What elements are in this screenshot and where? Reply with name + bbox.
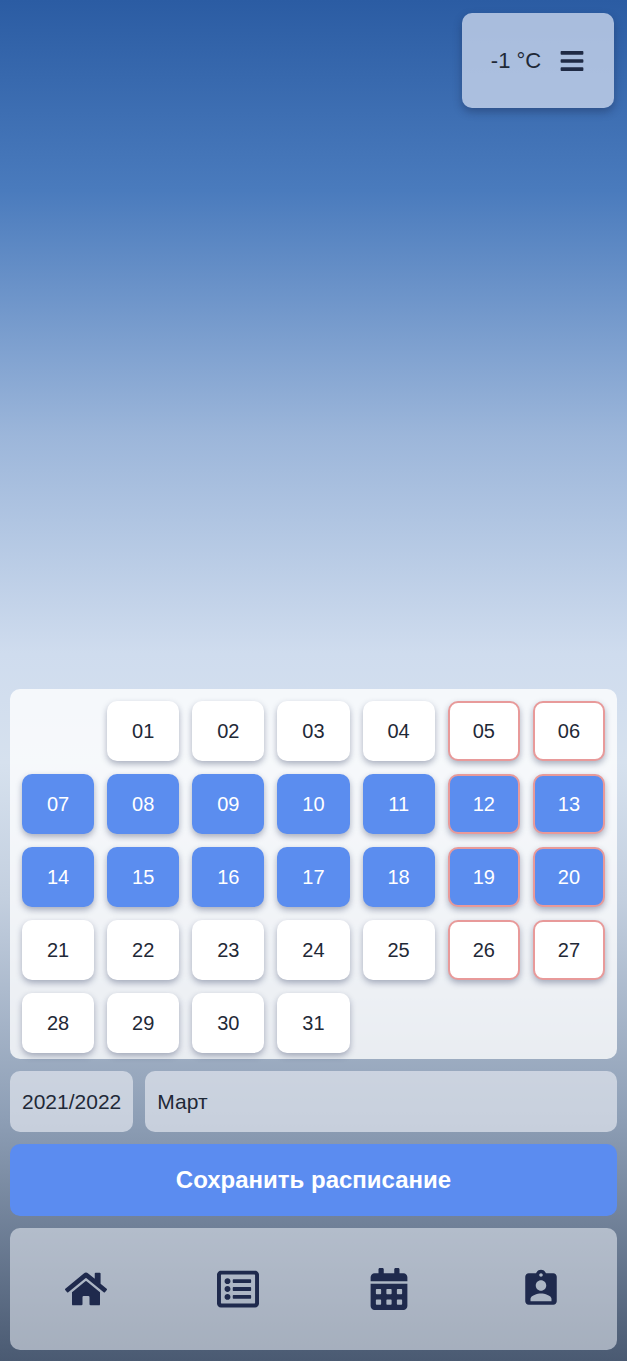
calendar-icon: [368, 1268, 410, 1310]
calendar-day[interactable]: 26: [448, 920, 520, 980]
temperature: -1 °C: [491, 44, 541, 77]
calendar-day[interactable]: 06: [533, 701, 605, 761]
calendar-day[interactable]: 17: [277, 847, 349, 907]
year-select[interactable]: 2021/2022: [10, 1071, 133, 1132]
calendar-day[interactable]: 04: [363, 701, 435, 761]
calendar-day[interactable]: 12: [448, 774, 520, 834]
calendar-day[interactable]: 07: [22, 774, 94, 834]
calendar-day[interactable]: 03: [277, 701, 349, 761]
app-screen: -1 °C01020304050607080910111213141516171…: [0, 0, 627, 1361]
calendar-day[interactable]: 08: [107, 774, 179, 834]
calendar-day[interactable]: 27: [533, 920, 605, 980]
calendar-day[interactable]: 14: [22, 847, 94, 907]
calendar-day[interactable]: 19: [448, 847, 520, 907]
calendar-day[interactable]: 13: [533, 774, 605, 834]
menu-icon[interactable]: [559, 48, 585, 74]
nav-item[interactable]: [511, 1259, 571, 1319]
calendar-day[interactable]: 24: [277, 920, 349, 980]
calendar-day[interactable]: 18: [363, 847, 435, 907]
calendar-day[interactable]: 28: [22, 993, 94, 1053]
weather-widget: -1 °C: [462, 13, 614, 108]
calendar-day[interactable]: 29: [107, 993, 179, 1053]
nav-item[interactable]: [208, 1259, 268, 1319]
calendar-day[interactable]: 10: [277, 774, 349, 834]
calendar-day[interactable]: 23: [192, 920, 264, 980]
calendar-day[interactable]: 30: [192, 993, 264, 1053]
calendar-day[interactable]: 05: [448, 701, 520, 761]
nav-item[interactable]: [56, 1259, 116, 1319]
calendar-day[interactable]: 09: [192, 774, 264, 834]
bottom-nav: [10, 1228, 617, 1350]
calendar-day[interactable]: 15: [107, 847, 179, 907]
home-icon: [65, 1268, 107, 1310]
profile-badge-icon: [520, 1268, 562, 1310]
nav-item[interactable]: [359, 1259, 419, 1319]
calendar-panel: 010203040506 07080910111213 14151617181920…: [10, 689, 617, 1059]
calendar-day[interactable]: 31: [277, 993, 349, 1053]
month-select[interactable]: Март: [145, 1071, 617, 1132]
calendar-day[interactable]: 21: [22, 920, 94, 980]
calendar-day[interactable]: 11: [363, 774, 435, 834]
calendar-day[interactable]: 02: [192, 701, 264, 761]
calendar-day[interactable]: 25: [363, 920, 435, 980]
save-button[interactable]: Сохранить расписание: [10, 1144, 617, 1216]
calendar-day[interactable]: 01: [107, 701, 179, 761]
calendar-day[interactable]: 16: [192, 847, 264, 907]
calendar-day[interactable]: 20: [533, 847, 605, 907]
list-icon: [217, 1268, 259, 1310]
empty-cell: [22, 701, 94, 761]
calendar-day[interactable]: 22: [107, 920, 179, 980]
